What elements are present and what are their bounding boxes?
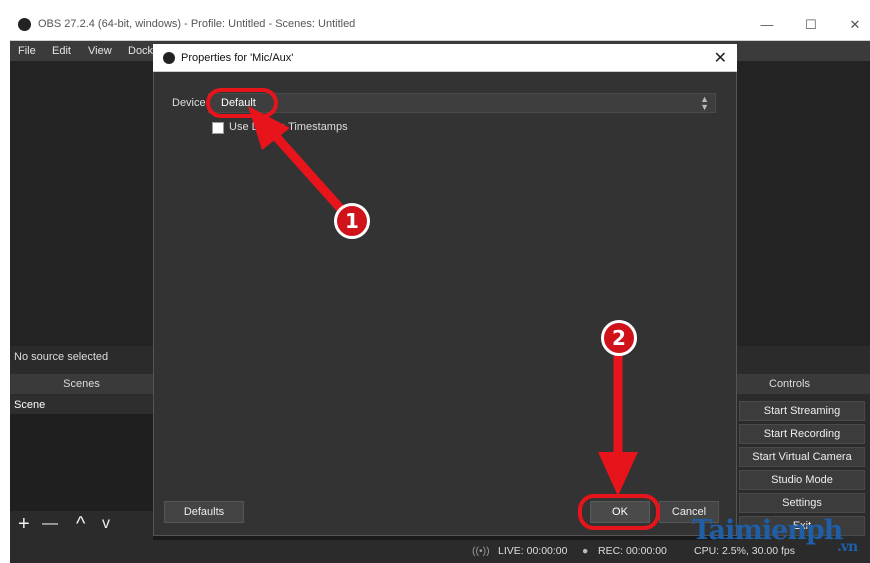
step-2-badge: 2 xyxy=(601,320,637,356)
arrow-2 xyxy=(598,347,638,496)
watermark-text: Taimienph xyxy=(692,515,843,546)
watermark-logo: Taimienph .vn xyxy=(692,515,858,555)
annotation-arrows xyxy=(248,106,638,496)
watermark-suffix: .vn xyxy=(837,539,858,555)
step-1-badge: 1 xyxy=(334,203,370,239)
arrow-1 xyxy=(248,106,345,213)
